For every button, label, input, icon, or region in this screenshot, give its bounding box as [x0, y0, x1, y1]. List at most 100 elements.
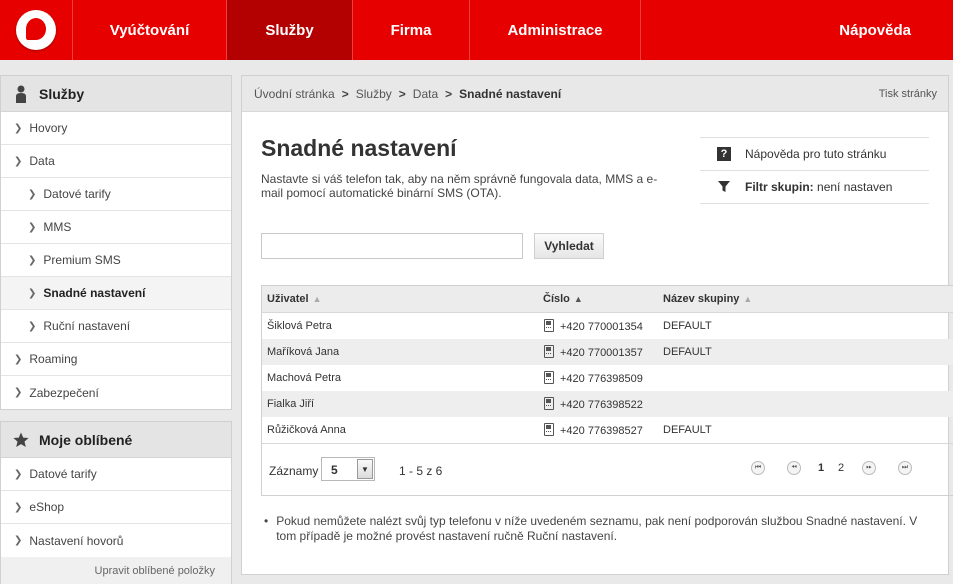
table-row[interactable]: Maříková Jana +420 770001357 DEFAULT	[262, 339, 953, 365]
phone-icon	[544, 423, 554, 436]
cell-user: Šiklová Petra	[267, 320, 332, 332]
sidebar-item-rucni-nastaveni[interactable]: ❯ Ruční nastavení	[1, 310, 231, 343]
chevron-down-icon: ▼	[357, 459, 373, 479]
last-page-button[interactable]: ⏭︎	[898, 461, 912, 475]
page-description: Nastavte si váš telefon tak, aby na něm …	[261, 172, 658, 200]
page-number-1[interactable]: 1	[818, 462, 824, 474]
bullet: •	[264, 514, 269, 528]
cell-user: Růžičková Anna	[267, 424, 346, 436]
breadcrumb-data[interactable]: Data	[413, 87, 438, 101]
breadcrumb-separator: >	[341, 86, 349, 101]
chevron-right-icon: ❯	[28, 221, 37, 233]
nav-administrace[interactable]: Administrace	[469, 0, 640, 60]
sort-icon: ▲	[743, 294, 753, 304]
breadcrumb-current: Snadné nastavení	[459, 86, 562, 101]
sidebar-item-zabezpeceni[interactable]: ❯ Zabezpečení	[1, 376, 231, 409]
chevron-right-icon: ❯	[14, 535, 23, 546]
sidebar-item-premium-sms[interactable]: ❯ Premium SMS	[1, 244, 231, 277]
search-input[interactable]	[261, 233, 523, 259]
filter-label: Filtr skupin:	[745, 180, 814, 194]
sidebar-item-data[interactable]: ❯ Data	[1, 145, 231, 178]
phone-icon	[544, 319, 554, 332]
cell-number: +420 776398509	[544, 371, 643, 385]
nav-sluzby[interactable]: Služby	[226, 0, 352, 60]
sidebar-item-mms[interactable]: ❯ MMS	[1, 211, 231, 244]
help-link[interactable]: ? Nápověda pro tuto stránku	[700, 138, 929, 171]
breadcrumb-home[interactable]: Úvodní stránka	[254, 87, 335, 101]
table-row[interactable]: Šiklová Petra +420 770001354 DEFAULT	[262, 313, 953, 339]
nav-vyuctovani[interactable]: Vyúčtování	[72, 0, 226, 60]
next-page-button[interactable]: ⏩︎	[862, 461, 876, 475]
chevron-right-icon: ❯	[14, 155, 23, 167]
column-header-user[interactable]: Uživatel ▲︎	[267, 293, 322, 305]
favorites-header: Moje oblíbené	[1, 422, 231, 458]
records-range: 1 - 5 z 6	[399, 464, 443, 478]
first-page-button[interactable]: ⏮︎	[751, 461, 765, 475]
breadcrumb-separator: >	[398, 86, 406, 101]
chevron-right-icon: ❯	[28, 320, 37, 332]
cell-group: DEFAULT	[663, 346, 712, 358]
sidebar-item-roaming[interactable]: ❯ Roaming	[1, 343, 231, 376]
sidebar-item-snadne-nastaveni[interactable]: ❯ Snadné nastavení	[1, 277, 231, 310]
help-box: ? Nápověda pro tuto stránku Filtr skupin…	[700, 137, 929, 204]
pager: Záznamy 5 ▼ 1 - 5 z 6 ⏮︎ ⏪︎ 1 2 ⏩︎ ⏭︎	[262, 443, 953, 495]
question-icon: ?	[716, 147, 732, 161]
phone-icon	[544, 345, 554, 358]
chevron-right-icon: ❯	[14, 122, 23, 134]
chevron-right-icon: ❯	[14, 468, 23, 480]
cell-user: Fialka Jiří	[267, 398, 315, 410]
chevron-right-icon: ❯	[28, 188, 37, 200]
table-row[interactable]: Fialka Jiří +420 776398522	[262, 391, 953, 417]
table-row[interactable]: Machová Petra +420 776398509	[262, 365, 953, 391]
favorite-item-eshop[interactable]: ❯ eShop	[1, 491, 231, 524]
cell-user: Maříková Jana	[267, 346, 340, 358]
chevron-right-icon: ❯	[14, 353, 23, 365]
edit-favorites-link[interactable]: Upravit oblíbené položky	[1, 557, 231, 584]
page-number-2[interactable]: 2	[838, 462, 844, 474]
sort-asc-icon: ▲	[573, 294, 583, 304]
cell-group: DEFAULT	[663, 320, 712, 332]
breadcrumb: Úvodní stránka > Služby > Data > Snadné …	[242, 76, 948, 112]
group-filter[interactable]: Filtr skupin: není nastaven	[700, 171, 929, 204]
column-header-group[interactable]: Název skupiny ▲	[663, 293, 752, 305]
sidebar-item-datove-tarify[interactable]: ❯ Datové tarify	[1, 178, 231, 211]
table-header: Uživatel ▲︎ Číslo ▲ Název skupiny ▲	[262, 286, 953, 313]
filter-value: není nastaven	[817, 180, 893, 194]
page-title: Snadné nastavení	[261, 135, 457, 161]
users-table: Uživatel ▲︎ Číslo ▲ Název skupiny ▲ Šiklová…	[261, 285, 953, 496]
vodafone-logo[interactable]	[0, 0, 72, 60]
person-icon	[13, 85, 29, 103]
nav-firma[interactable]: Firma	[352, 0, 469, 60]
table-row[interactable]: Růžičková Anna +420 776398527 DEFAULT	[262, 417, 953, 443]
nav-napoveda[interactable]: Nápověda	[640, 0, 953, 60]
breadcrumb-separator: >	[445, 86, 453, 101]
records-label: Záznamy	[269, 464, 319, 478]
sort-icon: ▲︎	[312, 294, 322, 304]
favorites-title: Moje oblíbené	[39, 431, 133, 448]
info-note: • Pokud nemůžete nalézt svůj typ telefon…	[264, 514, 918, 543]
search-button[interactable]: Vyhledat	[534, 233, 604, 259]
cell-number: +420 770001354	[544, 319, 643, 333]
page-size-select[interactable]: 5 ▼	[321, 457, 375, 481]
cell-number: +420 776398522	[544, 397, 643, 411]
column-header-number[interactable]: Číslo ▲	[543, 293, 583, 305]
cell-number: +420 776398527	[544, 423, 643, 437]
breadcrumb-sluzby[interactable]: Služby	[356, 87, 392, 101]
phone-icon	[544, 397, 554, 410]
sidebar-item-hovory[interactable]: ❯ Hovory	[1, 112, 231, 145]
sidebar-title: Služby	[39, 85, 85, 102]
prev-page-button[interactable]: ⏪︎	[787, 461, 801, 475]
logo-icon	[16, 10, 56, 50]
sidebar-header: Služby	[1, 76, 231, 112]
cell-group: DEFAULT	[663, 424, 712, 436]
cell-number: +420 770001357	[544, 345, 643, 359]
services-sidebar: Služby ❯ Hovory ❯ Data ❯ Datové tarify ❯ MMS…	[0, 75, 232, 410]
main-content: Úvodní stránka > Služby > Data > Snadné …	[241, 75, 953, 575]
filter-icon	[716, 181, 732, 193]
print-page-link[interactable]: Tisk stránky	[879, 88, 937, 100]
chevron-right-icon: ❯	[28, 254, 37, 266]
favorite-item-nastaveni-hovoru[interactable]: ❯ Nastavení hovorů	[1, 524, 231, 557]
table-body: Šiklová Petra +420 770001354 DEFAULT Maříko…	[262, 313, 953, 443]
chevron-right-icon: ❯	[14, 501, 23, 513]
favorite-item-datove-tarify[interactable]: ❯ Datové tarify	[1, 458, 231, 491]
